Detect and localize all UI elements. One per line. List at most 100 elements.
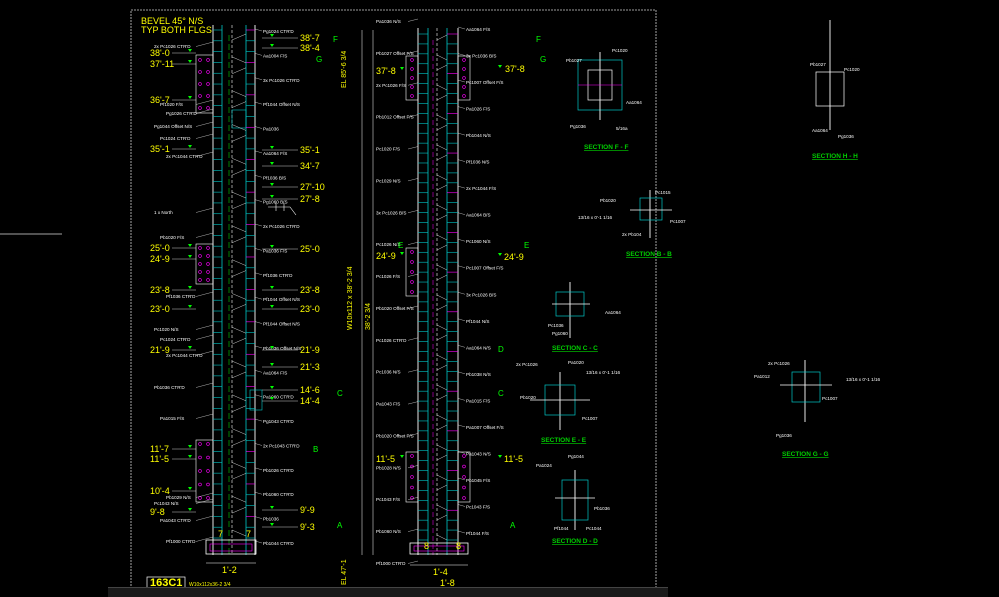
- right-elev-right-1: 37'-8: [505, 64, 525, 74]
- right-part-note-west: Pa1043 F/S: [376, 402, 400, 407]
- left-part-note-east: Aa1004 F/S: [263, 53, 287, 58]
- left-part-note-west: Pc1043 N/S: [154, 501, 179, 506]
- left-part-note-west: Pb1029 N/S: [166, 495, 191, 500]
- left-part-note-west: Pb1020 F/S: [160, 235, 184, 240]
- section-c-c-title: SECTION C - C: [552, 345, 598, 352]
- right-part-note-east: Aa1064 F/S: [466, 27, 490, 32]
- left-part-note-west: Pf1000 CTR'D: [166, 539, 196, 544]
- svg-text:Pc1007: Pc1007: [582, 416, 598, 421]
- section-e-e-title: SECTION E - E: [541, 437, 587, 444]
- svg-text:Pg1036: Pg1036: [776, 433, 792, 438]
- cad-drawing-canvas[interactable]: BEVEL 45° N/S TYP BOTH FLGS 38'-037'-113…: [0, 0, 999, 596]
- svg-text:Pg1060: Pg1060: [552, 331, 568, 336]
- right-elev-left-2: 24'-9: [376, 251, 396, 261]
- section-g-g[interactable]: 2x Pc1026 Pa1012 Pc1007 Pg1036 13/16 x 0…: [754, 360, 881, 458]
- svg-text:5/16a: 5/16a: [616, 126, 628, 131]
- left-elevation-east-label: 23'-0: [300, 304, 320, 314]
- section-h-h[interactable]: Pb1027 Pc1020 Aa1064 Pg1036 SECTION H - …: [810, 20, 860, 160]
- right-part-note-east: Pa1015 F/S: [466, 398, 490, 403]
- left-part-note-west: Pc1020 N/S: [154, 327, 179, 332]
- right-part-note-west: Pf1000 CTR'D: [376, 561, 406, 566]
- svg-text:Pg1044: Pg1044: [568, 454, 584, 459]
- right-part-note-west: Pc1029 N/S: [376, 178, 401, 183]
- left-leader-lines: [231, 33, 247, 537]
- left-elevation-east-label: 14'-4: [300, 396, 320, 406]
- left-elevation-west-label: 9'-8: [150, 507, 165, 517]
- left-part-note-east: Pf1044 Offset N/S: [263, 102, 300, 107]
- left-part-note-east: Pb1036: [263, 517, 279, 522]
- left-stiffener-ticks: [213, 29, 255, 539]
- right-part-note-east: Pb1045 F/S: [466, 478, 490, 483]
- left-elevation-markers: [188, 34, 274, 526]
- left-part-note-east: 2x Pc1043 CTR'D: [263, 443, 300, 448]
- svg-text:Pb1020: Pb1020: [520, 395, 536, 400]
- right-part-note-east: Pa1007 Offset F/S: [466, 425, 504, 430]
- section-d-d[interactable]: Pg1044 Pa1024 Pb1036 Pf1044 Pc1044 SECTI…: [536, 454, 610, 545]
- section-g-g-title: SECTION G - G: [782, 451, 829, 458]
- left-elevation-east-label: 35'-1: [300, 145, 320, 155]
- svg-text:Pc1007: Pc1007: [822, 396, 838, 401]
- svg-text:13/16 x 0'-1 1/16: 13/16 x 0'-1 1/16: [846, 377, 881, 382]
- right-part-note-east: Aa1064 B/S: [466, 213, 491, 218]
- left-part-note-east: Pa1060 CTR'D: [263, 395, 294, 400]
- left-elevation-west-label: 11'-7: [150, 444, 169, 454]
- left-elevation-east-label: 14'-6: [300, 385, 320, 395]
- left-part-note-east: 2x Pc1026 CTR'D: [263, 224, 300, 229]
- left-part-note-east: Pg1043 CTR'D: [263, 419, 294, 424]
- left-elevation-east-label: 9'-3: [300, 522, 315, 532]
- left-part-note-east: Pa1036 F/S: [263, 248, 287, 253]
- section-b-b[interactable]: Pb1020 Pc1015 Pc1007 2x Pb104 13/16 x 0'…: [578, 190, 686, 258]
- section-c-c[interactable]: Aa1064 Pc1036 Pg1060 SECTION C - C: [548, 282, 621, 352]
- right-part-note-west: Pc1036 N/S: [376, 370, 401, 375]
- right-part-note-east: 3x Pc1036 B/S: [466, 54, 496, 59]
- section-f-f[interactable]: Pb1027 Pc1020 Aa1064 Pg1036 5/16a SECTIO…: [566, 48, 642, 151]
- svg-text:Aa1064: Aa1064: [626, 100, 642, 105]
- left-part-notes-east: Pg1024 CTR'D Aa1004 F/S 3x Pc1026 CTR'D Pf1…: [254, 28, 301, 546]
- right-column-elevation[interactable]: Pa1036 N/SPb1027 Offset F/S2x Pc1026 F/S…: [341, 18, 525, 588]
- right-part-note-west: Pb1028 N/S: [376, 465, 401, 470]
- left-elevation-west-label: 11'-5: [150, 454, 169, 464]
- right-part-note-west: 3x Pc1026 B/S: [376, 210, 406, 215]
- right-bottom-dim-1: 8: [424, 541, 429, 551]
- left-part-note-west: Pg1044 Offset N/S: [154, 124, 192, 129]
- left-part-note-east: Pf1044 Offset N/S: [263, 322, 300, 327]
- svg-text:Pc1007: Pc1007: [670, 219, 686, 224]
- svg-text:A: A: [510, 521, 516, 530]
- right-part-note-east: Pc1043 F/S: [466, 504, 490, 509]
- svg-text:Pg1036: Pg1036: [838, 134, 854, 139]
- svg-text:B: B: [313, 445, 318, 454]
- right-elev-right-3: 11'-5: [504, 454, 523, 464]
- right-part-note-east: Pf1036 N/S: [466, 160, 490, 165]
- right-part-note-east: Aa1064 N/S: [466, 345, 491, 350]
- svg-text:G: G: [540, 55, 546, 64]
- left-elevation-west-label: 25'-0: [150, 243, 170, 253]
- right-part-note-east: Pf1044 F/S: [466, 531, 489, 536]
- svg-text:Aa1064: Aa1064: [605, 310, 621, 315]
- left-elevation-west-label: 23'-0: [150, 304, 170, 314]
- svg-text:13/16 x 0'-1 1/16: 13/16 x 0'-1 1/16: [586, 370, 621, 375]
- svg-text:E: E: [524, 241, 529, 250]
- right-part-note-east: Pb1044 N/S: [466, 133, 491, 138]
- right-part-note-east: Pc1007 Offset F/S: [466, 80, 503, 85]
- svg-text:E: E: [398, 241, 403, 250]
- svg-text:Pb1020: Pb1020: [600, 198, 616, 203]
- section-e-e[interactable]: 2x Pc1026 Pa1020 Pb1020 Pc1007 13/16 x 0…: [516, 360, 621, 444]
- left-part-note-east: Pb1036 Offset N/S: [263, 346, 301, 351]
- left-part-note-east: Pf1036 B/S: [263, 175, 286, 180]
- left-bottom-width: 1'-2: [222, 565, 237, 575]
- svg-text:Pa1024: Pa1024: [536, 463, 552, 468]
- right-part-note-east: Pa1026 F/S: [466, 107, 490, 112]
- left-elevations-east: 38'-738'-4 35'-1 34'-7 27'-10 27'-8 25'-0 23'-…: [262, 33, 325, 532]
- left-bolt-holes: [198, 58, 210, 500]
- left-part-note-west: Pb1036 CTR'D: [154, 385, 185, 390]
- left-part-note-east: Pb1060 CTR'D: [263, 492, 294, 497]
- svg-text:Pc1020: Pc1020: [612, 48, 628, 53]
- svg-text:2x Pc1026: 2x Pc1026: [768, 361, 790, 366]
- right-part-note-east: Pc1060 N/S: [466, 239, 491, 244]
- left-part-note-east: Pf1044 Offset N/S: [263, 297, 300, 302]
- left-elevation-east-label: 21'-9: [300, 345, 320, 355]
- left-elevation-east-label: 27'-8: [300, 194, 320, 204]
- left-column-elevation[interactable]: 38'-037'-1136'-735'-125'-024'-923'-823'-…: [150, 25, 325, 575]
- svg-text:Pb1027: Pb1027: [810, 62, 826, 67]
- section-b-b-title: SECTION B - B: [626, 251, 672, 258]
